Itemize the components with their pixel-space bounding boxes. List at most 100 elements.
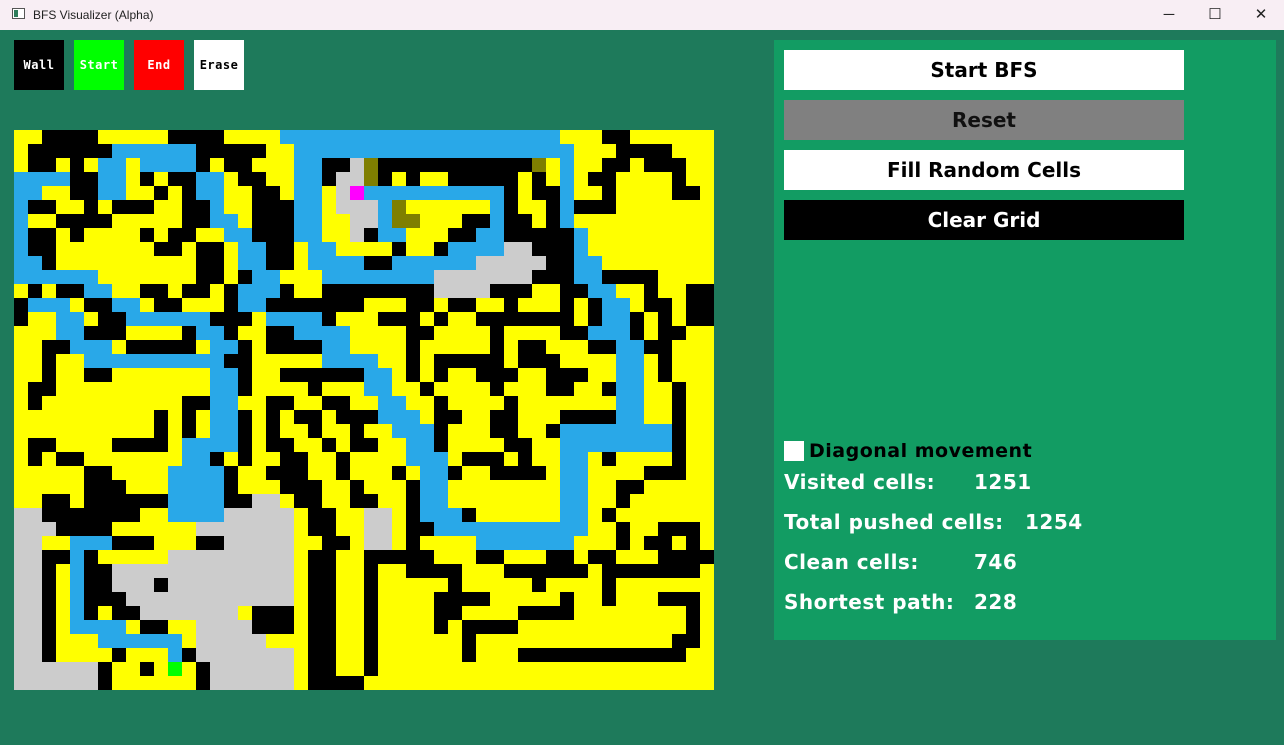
- path-cell[interactable]: [70, 326, 84, 340]
- path-cell[interactable]: [476, 228, 490, 242]
- path-cell[interactable]: [238, 284, 252, 298]
- path-cell[interactable]: [308, 228, 322, 242]
- path-cell[interactable]: [448, 508, 462, 522]
- wall-cell[interactable]: [658, 648, 672, 662]
- path-cell[interactable]: [574, 228, 588, 242]
- path-cell[interactable]: [392, 228, 406, 242]
- wall-cell[interactable]: [210, 536, 224, 550]
- wall-cell[interactable]: [294, 340, 308, 354]
- bfs-grid[interactable]: [14, 130, 714, 690]
- path-cell[interactable]: [602, 326, 616, 340]
- wall-cell[interactable]: [238, 382, 252, 396]
- wall-cell[interactable]: [546, 564, 560, 578]
- unvisited-cell[interactable]: [28, 592, 42, 606]
- unvisited-cell[interactable]: [266, 508, 280, 522]
- unvisited-cell[interactable]: [518, 256, 532, 270]
- wall-cell[interactable]: [322, 368, 336, 382]
- wall-cell[interactable]: [448, 564, 462, 578]
- wall-cell[interactable]: [490, 326, 504, 340]
- wall-cell[interactable]: [630, 326, 644, 340]
- wall-cell[interactable]: [560, 298, 574, 312]
- wall-cell[interactable]: [630, 312, 644, 326]
- path-cell[interactable]: [168, 648, 182, 662]
- path-cell[interactable]: [518, 144, 532, 158]
- unvisited-cell[interactable]: [140, 606, 154, 620]
- wall-cell[interactable]: [322, 438, 336, 452]
- wall-cell[interactable]: [434, 564, 448, 578]
- path-cell[interactable]: [406, 452, 420, 466]
- unvisited-cell[interactable]: [238, 564, 252, 578]
- path-cell[interactable]: [238, 256, 252, 270]
- wall-cell[interactable]: [140, 284, 154, 298]
- wall-cell[interactable]: [266, 424, 280, 438]
- path-cell[interactable]: [196, 312, 210, 326]
- unvisited-cell[interactable]: [210, 564, 224, 578]
- wall-cell[interactable]: [434, 354, 448, 368]
- path-cell[interactable]: [56, 270, 70, 284]
- wall-cell[interactable]: [658, 326, 672, 340]
- wall-cell[interactable]: [126, 536, 140, 550]
- wall-cell[interactable]: [658, 354, 672, 368]
- wall-cell[interactable]: [602, 172, 616, 186]
- wall-cell[interactable]: [546, 312, 560, 326]
- wall-cell[interactable]: [224, 298, 238, 312]
- path-cell[interactable]: [560, 536, 574, 550]
- wall-cell[interactable]: [182, 228, 196, 242]
- wall-cell[interactable]: [490, 172, 504, 186]
- wall-cell[interactable]: [98, 578, 112, 592]
- wall-cell[interactable]: [630, 564, 644, 578]
- unvisited-cell[interactable]: [364, 200, 378, 214]
- wall-cell[interactable]: [42, 606, 56, 620]
- path-cell[interactable]: [392, 424, 406, 438]
- wall-cell[interactable]: [182, 340, 196, 354]
- wall-cell[interactable]: [280, 340, 294, 354]
- unvisited-cell[interactable]: [168, 550, 182, 564]
- wall-cell[interactable]: [294, 480, 308, 494]
- path-cell[interactable]: [490, 144, 504, 158]
- wall-cell[interactable]: [658, 312, 672, 326]
- wall-cell[interactable]: [182, 326, 196, 340]
- unvisited-cell[interactable]: [28, 578, 42, 592]
- unvisited-cell[interactable]: [280, 550, 294, 564]
- path-cell[interactable]: [308, 326, 322, 340]
- path-cell[interactable]: [560, 522, 574, 536]
- path-cell[interactable]: [574, 438, 588, 452]
- unvisited-cell[interactable]: [434, 270, 448, 284]
- wall-cell[interactable]: [658, 144, 672, 158]
- path-cell[interactable]: [56, 172, 70, 186]
- wall-cell[interactable]: [266, 326, 280, 340]
- wall-cell[interactable]: [504, 214, 518, 228]
- unvisited-cell[interactable]: [224, 578, 238, 592]
- path-cell[interactable]: [196, 480, 210, 494]
- path-cell[interactable]: [210, 424, 224, 438]
- unvisited-cell[interactable]: [224, 606, 238, 620]
- wall-cell[interactable]: [154, 340, 168, 354]
- path-cell[interactable]: [378, 410, 392, 424]
- wall-cell[interactable]: [42, 564, 56, 578]
- unvisited-cell[interactable]: [168, 606, 182, 620]
- wall-cell[interactable]: [140, 536, 154, 550]
- wall-cell[interactable]: [224, 494, 238, 508]
- unvisited-cell[interactable]: [448, 284, 462, 298]
- wall-cell[interactable]: [546, 228, 560, 242]
- wall-cell[interactable]: [658, 522, 672, 536]
- unvisited-cell[interactable]: [28, 550, 42, 564]
- wall-cell[interactable]: [546, 256, 560, 270]
- wall-cell[interactable]: [322, 508, 336, 522]
- path-cell[interactable]: [140, 312, 154, 326]
- unvisited-cell[interactable]: [280, 662, 294, 676]
- wall-cell[interactable]: [630, 144, 644, 158]
- wall-cell[interactable]: [182, 648, 196, 662]
- path-cell[interactable]: [336, 340, 350, 354]
- wall-cell[interactable]: [350, 494, 364, 508]
- path-cell[interactable]: [588, 270, 602, 284]
- wall-cell[interactable]: [28, 396, 42, 410]
- path-cell[interactable]: [154, 144, 168, 158]
- wall-cell[interactable]: [560, 270, 574, 284]
- path-cell[interactable]: [224, 424, 238, 438]
- path-cell[interactable]: [588, 424, 602, 438]
- wall-cell[interactable]: [476, 550, 490, 564]
- wall-cell[interactable]: [84, 130, 98, 144]
- unvisited-cell[interactable]: [182, 606, 196, 620]
- path-cell[interactable]: [210, 480, 224, 494]
